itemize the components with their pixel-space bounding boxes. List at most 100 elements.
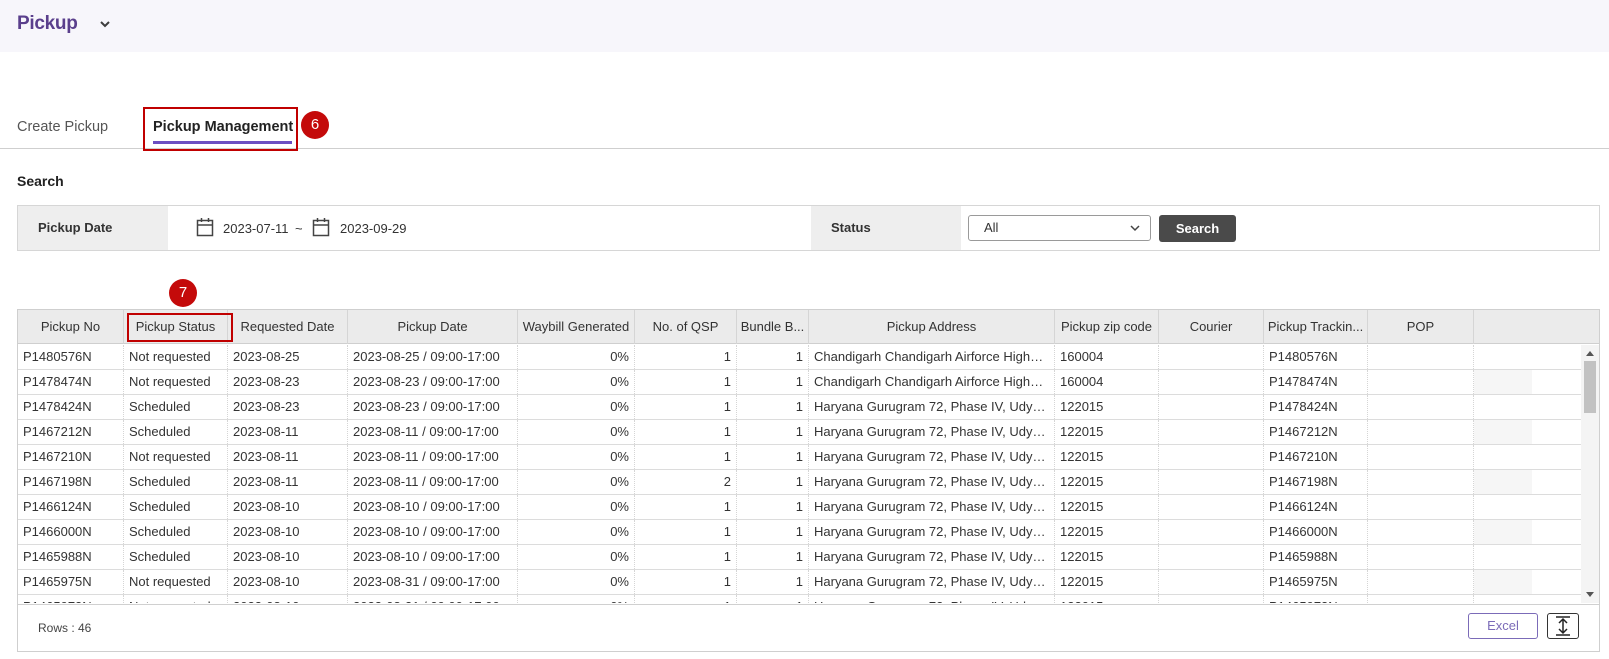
cell-pickup-no[interactable]: P1465975N <box>18 570 124 594</box>
cell-pickup-status[interactable]: Scheduled <box>124 495 228 519</box>
cell-requested-date[interactable]: 2023-08-11 <box>228 470 348 494</box>
cell-pickup-address[interactable]: Haryana Gurugram 72, Phase IV, Udyog ... <box>809 595 1055 603</box>
cell-pickup-tracking[interactable]: P1478424N <box>1264 395 1368 419</box>
cell-courier[interactable] <box>1159 520 1264 544</box>
cell-requested-date[interactable]: 2023-08-10 <box>228 595 348 603</box>
cell-no-of-qsp[interactable]: 1 <box>635 445 737 469</box>
cell-pop[interactable] <box>1368 595 1474 603</box>
cell-pickup-status[interactable]: Scheduled <box>124 545 228 569</box>
cell-pickup-tracking[interactable]: P1465973N <box>1264 595 1368 603</box>
cell-no-of-qsp[interactable]: 1 <box>635 520 737 544</box>
cell-waybill-generated[interactable]: 0% <box>518 595 635 603</box>
cell-pickup-zip-code[interactable]: 122015 <box>1055 595 1159 603</box>
cell-no-of-qsp[interactable]: 2 <box>635 470 737 494</box>
cell-pickup-tracking[interactable]: P1465975N <box>1264 570 1368 594</box>
cell-pickup-no[interactable]: P1480576N <box>18 345 124 369</box>
cell-bundle-box[interactable]: 1 <box>737 495 809 519</box>
cell-bundle-box[interactable]: 1 <box>737 345 809 369</box>
cell-requested-date[interactable]: 2023-08-10 <box>228 570 348 594</box>
cell-requested-date[interactable]: 2023-08-11 <box>228 420 348 444</box>
cell-pickup-status[interactable]: Not requested <box>124 345 228 369</box>
table-row[interactable]: P1480576N Not requested 2023-08-25 2023-08-… <box>18 345 1581 370</box>
cell-pickup-address[interactable]: Chandigarh Chandigarh Airforce Highgr... <box>809 370 1055 394</box>
cell-courier[interactable] <box>1159 370 1264 394</box>
cell-courier[interactable] <box>1159 395 1264 419</box>
cell-pickup-date[interactable]: 2023-08-31 / 09:00-17:00 <box>348 595 518 603</box>
cell-pickup-status[interactable]: Not requested <box>124 570 228 594</box>
cell-bundle-box[interactable]: 1 <box>737 445 809 469</box>
column-header-pop[interactable]: POP <box>1368 310 1474 344</box>
cell-pickup-no[interactable]: P1466124N <box>18 495 124 519</box>
cell-bundle-box[interactable]: 1 <box>737 470 809 494</box>
excel-export-button[interactable]: Excel <box>1468 613 1538 639</box>
cell-pop[interactable] <box>1368 495 1474 519</box>
cell-pickup-status[interactable]: Scheduled <box>124 470 228 494</box>
cell-requested-date[interactable]: 2023-08-10 <box>228 495 348 519</box>
tab-create-pickup[interactable]: Create Pickup <box>17 119 108 135</box>
cell-waybill-generated[interactable]: 0% <box>518 545 635 569</box>
table-row[interactable]: P1465975N Not requested 2023-08-10 2023-08-… <box>18 570 1581 595</box>
calendar-icon[interactable] <box>312 217 330 237</box>
chevron-down-icon[interactable] <box>98 17 112 31</box>
cell-pickup-date[interactable]: 2023-08-23 / 09:00-17:00 <box>348 370 518 394</box>
table-row[interactable]: P1467212N Scheduled 2023-08-11 2023-08-11 /… <box>18 420 1581 445</box>
cell-waybill-generated[interactable]: 0% <box>518 420 635 444</box>
cell-pickup-no[interactable]: P1467198N <box>18 470 124 494</box>
cell-pop[interactable] <box>1368 395 1474 419</box>
cell-bundle-box[interactable]: 1 <box>737 595 809 603</box>
cell-pickup-zip-code[interactable]: 122015 <box>1055 470 1159 494</box>
cell-pickup-tracking[interactable]: P1465988N <box>1264 545 1368 569</box>
cell-pickup-address[interactable]: Haryana Gurugram 72, Phase IV, Udyog ... <box>809 395 1055 419</box>
table-row[interactable]: P1466000N Scheduled 2023-08-10 2023-08-10 /… <box>18 520 1581 545</box>
cell-pickup-address[interactable]: Haryana Gurugram 72, Phase IV, Udyog ... <box>809 420 1055 444</box>
scrollbar-thumb[interactable] <box>1584 361 1596 413</box>
scroll-down-icon[interactable] <box>1586 592 1594 597</box>
cell-requested-date[interactable]: 2023-08-10 <box>228 545 348 569</box>
cell-pickup-address[interactable]: Haryana Gurugram 72, Phase IV, Udyog ... <box>809 545 1055 569</box>
status-select[interactable]: All <box>968 215 1151 241</box>
scroll-up-icon[interactable] <box>1586 351 1594 356</box>
cell-bundle-box[interactable]: 1 <box>737 420 809 444</box>
cell-courier[interactable] <box>1159 545 1264 569</box>
cell-pickup-date[interactable]: 2023-08-11 / 09:00-17:00 <box>348 445 518 469</box>
cell-courier[interactable] <box>1159 445 1264 469</box>
cell-pickup-no[interactable]: P1467210N <box>18 445 124 469</box>
cell-pickup-tracking[interactable]: P1467212N <box>1264 420 1368 444</box>
cell-courier[interactable] <box>1159 470 1264 494</box>
cell-waybill-generated[interactable]: 0% <box>518 570 635 594</box>
cell-pickup-no[interactable]: P1465973N <box>18 595 124 603</box>
cell-waybill-generated[interactable]: 0% <box>518 445 635 469</box>
cell-pickup-tracking[interactable]: P1467210N <box>1264 445 1368 469</box>
cell-pop[interactable] <box>1368 445 1474 469</box>
cell-courier[interactable] <box>1159 420 1264 444</box>
table-row[interactable]: P1465973NNot requested2023-08-102023-08-… <box>18 595 1581 603</box>
column-header-waybill-generated[interactable]: Waybill Generated <box>518 310 635 344</box>
cell-pickup-address[interactable]: Haryana Gurugram 72, Phase IV, Udyog ... <box>809 520 1055 544</box>
cell-pop[interactable] <box>1368 370 1474 394</box>
cell-pop[interactable] <box>1368 570 1474 594</box>
calendar-icon[interactable] <box>196 217 214 237</box>
cell-pickup-address[interactable]: Haryana Gurugram 72, Phase IV, Udyog ... <box>809 495 1055 519</box>
cell-pickup-address[interactable]: Haryana Gurugram 72, Phase IV, Udyog ... <box>809 445 1055 469</box>
table-row[interactable]: P1467198N Scheduled 2023-08-11 2023-08-11 /… <box>18 470 1581 495</box>
cell-pickup-status[interactable]: Not requested <box>124 370 228 394</box>
cell-courier[interactable] <box>1159 495 1264 519</box>
cell-pickup-date[interactable]: 2023-08-10 / 09:00-17:00 <box>348 495 518 519</box>
table-row[interactable]: P1467210N Not requested 2023-08-11 2023-08-… <box>18 445 1581 470</box>
cell-requested-date[interactable]: 2023-08-11 <box>228 445 348 469</box>
cell-pickup-tracking[interactable]: P1466124N <box>1264 495 1368 519</box>
column-header-pickup-date[interactable]: Pickup Date <box>348 310 518 344</box>
cell-pickup-date[interactable]: 2023-08-10 / 09:00-17:00 <box>348 545 518 569</box>
column-header-courier[interactable]: Courier <box>1159 310 1264 344</box>
cell-no-of-qsp[interactable]: 1 <box>635 395 737 419</box>
cell-no-of-qsp[interactable]: 1 <box>635 545 737 569</box>
cell-no-of-qsp[interactable]: 1 <box>635 345 737 369</box>
cell-pop[interactable] <box>1368 520 1474 544</box>
cell-pickup-address[interactable]: Chandigarh Chandigarh Airforce Highgr... <box>809 345 1055 369</box>
vertical-scrollbar[interactable] <box>1581 345 1599 603</box>
date-from[interactable]: 2023-07-11 <box>223 221 289 236</box>
date-to[interactable]: 2023-09-29 <box>340 221 407 236</box>
cell-pickup-date[interactable]: 2023-08-11 / 09:00-17:00 <box>348 470 518 494</box>
cell-requested-date[interactable]: 2023-08-23 <box>228 395 348 419</box>
cell-waybill-generated[interactable]: 0% <box>518 495 635 519</box>
